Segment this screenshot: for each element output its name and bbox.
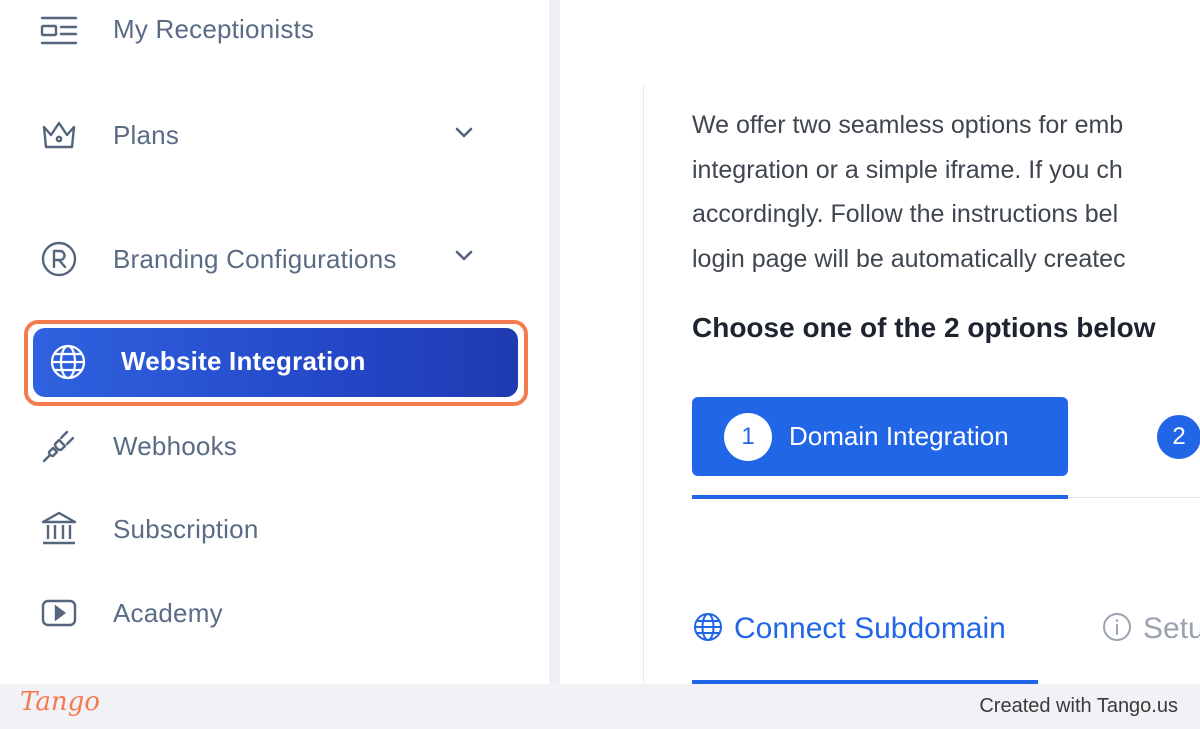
video-icon [38,592,80,634]
bank-icon [38,508,80,550]
sidebar-item-label: My Receptionists [113,14,315,44]
sidebar-item-subscription[interactable]: Subscription [0,499,549,559]
sidebar-item-branding-configurations[interactable]: Branding Configurations [0,228,549,288]
info-icon [1101,611,1133,648]
options-heading: Choose one of the 2 options below [692,312,1156,343]
paragraph-line: login page will be automatically createc [692,244,1126,273]
registered-icon [38,238,80,280]
plug-icon [38,425,80,467]
sub-tab-label: Connect Subdomain [734,612,1006,645]
tango-logo: Tango [20,687,100,717]
sidebar-item-academy[interactable]: Academy [0,583,549,643]
tango-footer: Tango Created with Tango.us [0,684,1200,729]
sub-tab-label: Setu [1143,612,1200,645]
tab-divider [1068,497,1200,498]
active-tab-underline [692,495,1068,499]
domain-integration-tab[interactable]: 1 Domain Integration [692,397,1068,476]
chevron-down-icon[interactable] [453,122,475,144]
sidebar-item-my-receptionists[interactable]: My Receptionists [0,0,549,60]
globe-icon [692,611,724,648]
intro-paragraph: We offer two seamless options for emb in… [692,103,1200,281]
sidebar-item-label: Website Integration [121,346,366,376]
sidebar-item-webhooks[interactable]: Webhooks [0,416,549,476]
sidebar-item-website-integration[interactable]: Website Integration [33,328,518,397]
step-two-tab[interactable]: 2 [1157,415,1200,459]
paragraph-line: We offer two seamless options for emb [692,111,1124,139]
sidebar-divider [549,0,560,684]
sidebar-item-label: Plans [113,120,180,150]
paragraph-line: accordingly. Follow the instructions bel [692,200,1119,228]
connect-subdomain-tab[interactable]: Connect Subdomain [692,609,1006,649]
sidebar-item-label: Subscription [113,514,259,544]
chevron-down-icon[interactable] [453,245,475,267]
list-icon [38,9,80,51]
sidebar: My Receptionists Plans Branding Configur… [0,0,549,684]
sidebar-item-label: Branding Configurations [113,244,397,274]
crown-icon [38,114,80,156]
setup-tab[interactable]: Setu [1101,609,1200,649]
credit-text: Created with Tango.us [979,695,1178,717]
paragraph-line: integration or a simple iframe. If you c… [692,155,1123,184]
step-number: 1 [724,412,772,461]
sidebar-item-plans[interactable]: Plans [0,104,549,164]
content-border [643,85,644,684]
step-label: Domain Integration [789,421,1009,451]
sidebar-item-label: Webhooks [113,431,237,461]
globe-icon [47,341,89,383]
sidebar-item-label: Academy [113,598,223,628]
